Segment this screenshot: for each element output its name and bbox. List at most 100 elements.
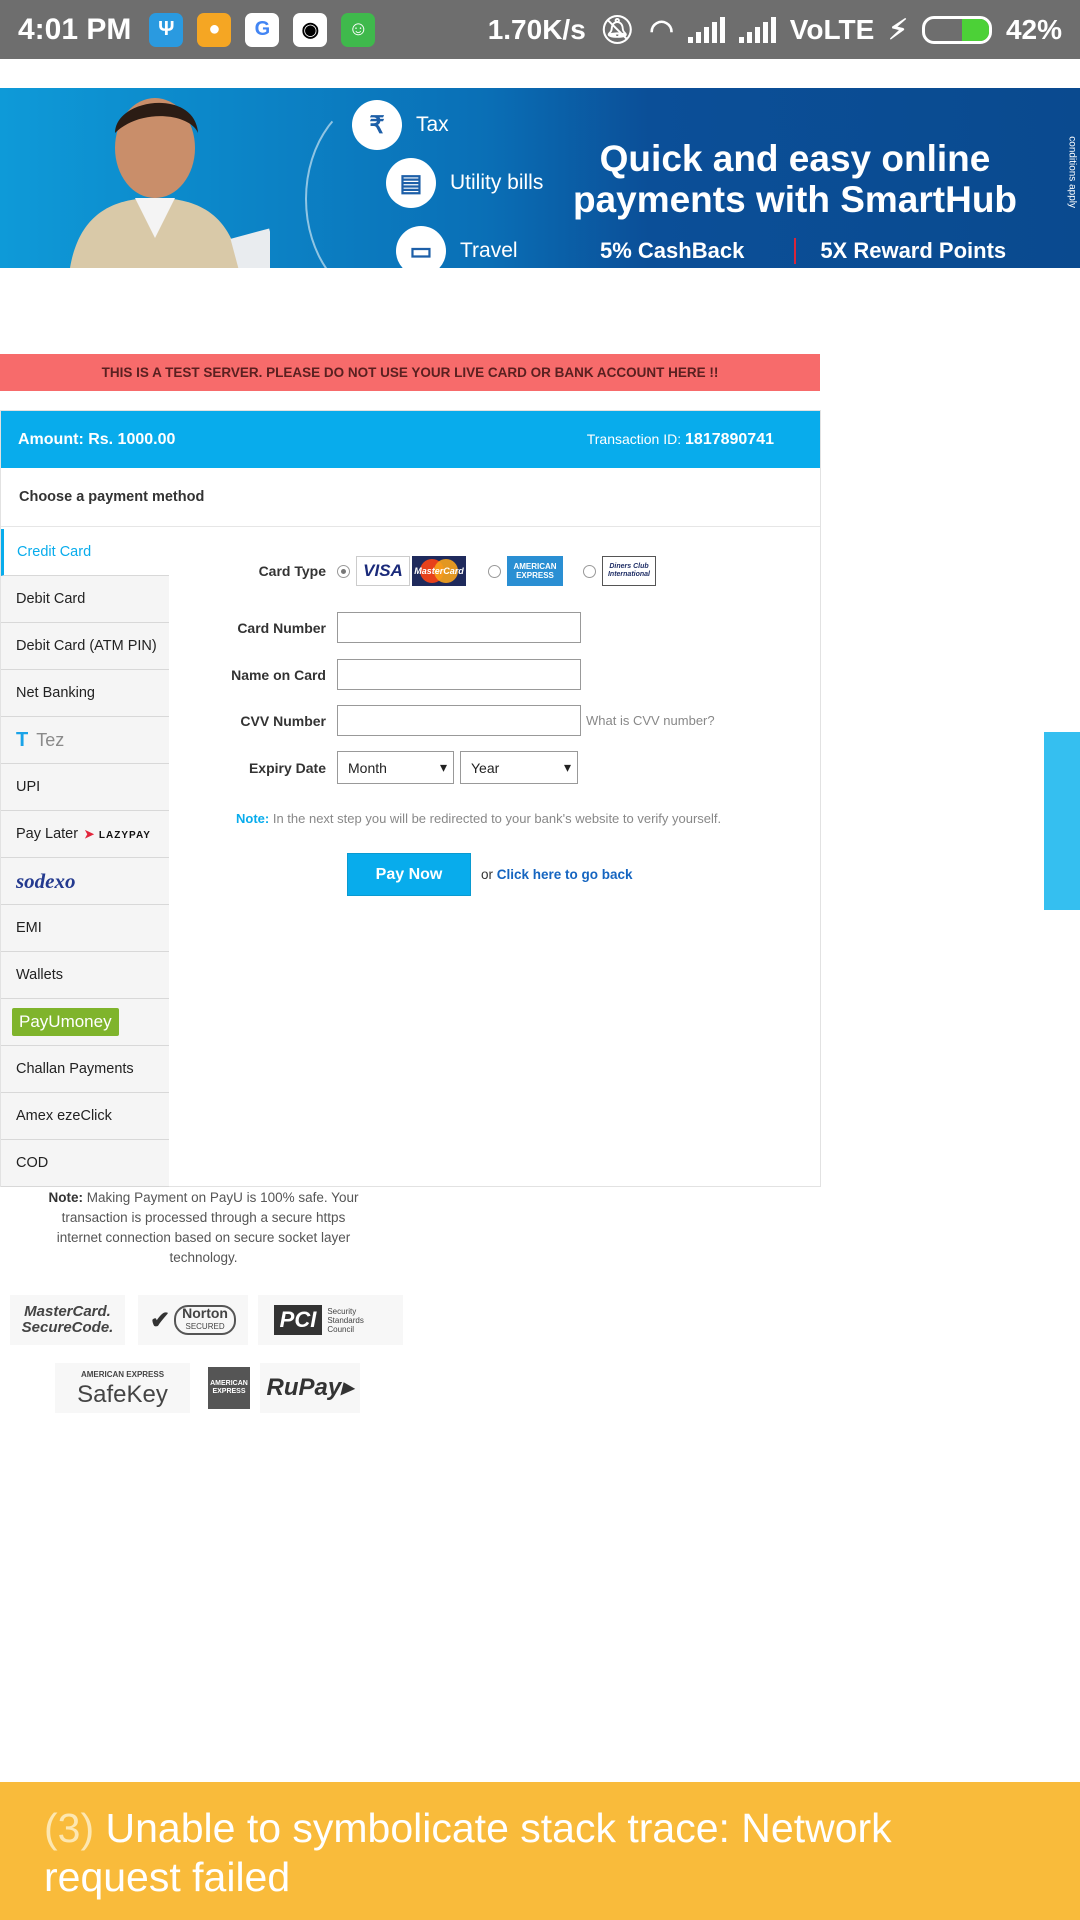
dropdown-arrow-icon: ▾ <box>439 759 447 775</box>
expiry-month-select[interactable]: Month ▾ <box>337 751 454 784</box>
battery-percent: 42% <box>1005 13 1062 45</box>
method-tez[interactable]: T Tez <box>1 717 169 764</box>
network-type: VoLTE <box>789 13 875 45</box>
radio-amex[interactable] <box>488 564 501 578</box>
method-net-banking[interactable]: Net Banking <box>1 670 169 717</box>
card-type-label: Card Type <box>258 563 326 579</box>
google-icon: G <box>245 12 280 47</box>
side-feedback-tab[interactable] <box>1044 732 1080 910</box>
camera-app-icon: ◉ <box>293 12 328 47</box>
norton-secured-badge: ✔ Norton SECURED <box>138 1295 248 1345</box>
dropdown-arrow-icon: ▾ <box>563 759 571 775</box>
method-debit-card-atm-pin[interactable]: Debit Card (ATM PIN) <box>1 623 169 670</box>
network-speed: 1.70K/s <box>487 13 586 45</box>
lazypay-logo: ➤ LAZYPAY <box>84 827 151 841</box>
banner-offers: 5% CashBack 5X Reward Points <box>600 238 1006 264</box>
bill-icon: ▤ <box>386 158 436 208</box>
charging-icon: ⚡︎ <box>888 14 908 45</box>
method-upi[interactable]: UPI <box>1 764 169 811</box>
card-type-row: Card Type VISA MasterCard AMERICAN EXPRE… <box>169 556 656 586</box>
rupee-hand-icon: ₹ <box>352 100 402 150</box>
amex-safekey-badge: AMERICAN EXPRESS SafeKey <box>55 1363 190 1413</box>
offer-cashback: 5% CashBack <box>600 238 745 263</box>
smarthub-banner[interactable]: ₹ Tax ▤ Utility bills ▭ Travel Quick and… <box>0 88 1080 268</box>
banner-item-tax: ₹ Tax <box>352 100 449 150</box>
secure-payment-note: Note: Making Payment on PayU is 100% saf… <box>48 1190 359 1265</box>
battery-icon <box>921 15 992 44</box>
amex-logo: AMERICAN EXPRESS <box>507 556 563 586</box>
cvv-label: CVV Number <box>240 712 326 729</box>
chat-app-icon: ● <box>197 12 232 47</box>
wifi-icon: ◠ <box>649 14 674 45</box>
method-amex-ezeclick[interactable]: Amex ezeClick <box>1 1093 169 1140</box>
method-emi[interactable]: EMI <box>1 905 169 952</box>
payumoney-logo: PayUmoney <box>12 1008 119 1036</box>
usb-icon: Ψ <box>149 12 184 47</box>
lazypay-arrow-icon: ➤ <box>84 827 96 841</box>
method-credit-card[interactable]: Credit Card <box>1 529 169 576</box>
status-bar: 4:01 PM Ψ ● G ◉ ☺ 1.70K/s 🔕︎ ◠ VoLTE ⚡︎ … <box>0 0 1080 59</box>
visa-logo: VISA <box>356 556 410 586</box>
pci-badge: PCI Security Standards Council <box>258 1295 403 1345</box>
banner-item-travel: ▭ Travel <box>396 226 518 268</box>
mastercard-logo: MasterCard <box>412 556 466 586</box>
status-time: 4:01 PM <box>18 12 132 46</box>
payment-header: Amount: Rs. 1000.00 Transaction ID: 1817… <box>1 411 820 468</box>
banner-item-utility: ▤ Utility bills <box>386 158 543 208</box>
battery-fill <box>962 18 989 41</box>
bell-muted-icon: 🔕︎ <box>599 14 636 45</box>
banner-person-image <box>70 98 270 268</box>
android-app-icon: ☺ <box>341 12 376 47</box>
card-number-input[interactable] <box>337 612 581 643</box>
name-on-card-input[interactable] <box>337 659 581 690</box>
signal-icon-2 <box>738 16 776 43</box>
go-back-text: or Click here to go back <box>481 867 633 882</box>
pay-now-button[interactable]: Pay Now <box>347 853 471 896</box>
mastercard-securecode-badge: MasterCard. SecureCode. <box>10 1295 125 1345</box>
pay-row: Pay Now or Click here to go back <box>347 853 633 896</box>
sodexo-logo: sodexo <box>16 868 76 893</box>
error-toast[interactable]: (3) Unable to symbolicate stack trace: N… <box>0 1782 1080 1920</box>
name-on-card-row: Name on Card <box>169 659 581 690</box>
amex-badge: AMERICAN EXPRESS <box>208 1367 250 1409</box>
card-number-label: Card Number <box>237 619 326 636</box>
rupay-badge: RuPay ▶ <box>260 1363 360 1413</box>
card-number-row: Card Number <box>169 612 581 643</box>
diners-club-logo: Diners Club International <box>602 556 656 586</box>
method-sodexo[interactable]: sodexo <box>1 858 169 905</box>
radio-visa-mastercard[interactable] <box>337 564 350 578</box>
bus-icon: ▭ <box>396 226 446 268</box>
expiry-year-select[interactable]: Year ▾ <box>460 751 578 784</box>
method-debit-card[interactable]: Debit Card <box>1 576 169 623</box>
amount: Amount: Rs. 1000.00 <box>18 431 175 449</box>
error-message: Unable to symbolicate stack trace: Netwo… <box>44 1805 892 1900</box>
expiry-row: Expiry Date Month ▾ Year ▾ <box>169 751 578 784</box>
tez-icon: T <box>16 728 29 751</box>
error-count: (3) <box>44 1805 95 1851</box>
test-server-notice: THIS IS A TEST SERVER. PLEASE DO NOT USE… <box>0 354 820 391</box>
redirect-note: Note: In the next step you will be redir… <box>236 811 722 826</box>
offer-reward-points: 5X Reward Points <box>794 238 1006 264</box>
name-on-card-label: Name on Card <box>231 666 326 683</box>
signal-icon <box>687 16 725 43</box>
transaction-id-label: Transaction ID: <box>586 430 686 447</box>
method-pay-later[interactable]: Pay Later ➤ LAZYPAY <box>1 811 169 858</box>
cvv-help-link[interactable]: What is CVV number? <box>586 713 715 728</box>
radio-diners[interactable] <box>583 564 596 578</box>
method-wallets[interactable]: Wallets <box>1 952 169 999</box>
tez-logo: T Tez <box>16 728 65 751</box>
banner-tc: conditions apply <box>1067 136 1078 208</box>
method-payumoney[interactable]: PayUmoney <box>1 999 169 1046</box>
amount-label: Amount <box>18 430 79 448</box>
transaction-id-value: 1817890741 <box>685 430 774 448</box>
status-indicators: 1.70K/s 🔕︎ ◠ VoLTE ⚡︎ 42% <box>488 13 1062 46</box>
cvv-row: CVV Number What is CVV number? <box>169 705 715 736</box>
payment-methods-list: Credit Card Debit Card Debit Card (ATM P… <box>1 529 169 1187</box>
rupay-arrow-icon: ▶ <box>341 1380 354 1397</box>
method-cod[interactable]: COD <box>1 1140 169 1187</box>
choose-method-title: Choose a payment method <box>1 468 820 527</box>
payment-panel: Amount: Rs. 1000.00 Transaction ID: 1817… <box>0 410 821 1187</box>
cvv-input[interactable] <box>337 705 581 736</box>
go-back-link[interactable]: Click here to go back <box>497 867 633 882</box>
method-challan-payments[interactable]: Challan Payments <box>1 1046 169 1093</box>
